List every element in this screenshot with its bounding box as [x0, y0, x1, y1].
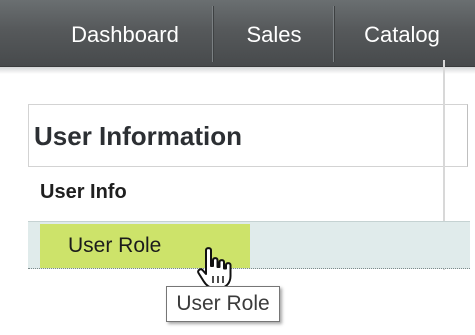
nav-shadow [0, 67, 475, 74]
nav-separator [333, 6, 335, 62]
tooltip: User Role [166, 286, 280, 322]
panel-header: User Information [28, 104, 468, 167]
tab-user-info[interactable]: User Info [40, 181, 127, 204]
nav-item-dashboard[interactable]: Dashboard [40, 0, 210, 66]
nav-item-catalog[interactable]: Catalog [337, 0, 467, 66]
nav-separator [212, 6, 214, 62]
nav-item-sales[interactable]: Sales [216, 0, 332, 66]
top-navigation-bar: Dashboard Sales Catalog [0, 0, 475, 67]
panel-title: User Information [34, 121, 243, 151]
